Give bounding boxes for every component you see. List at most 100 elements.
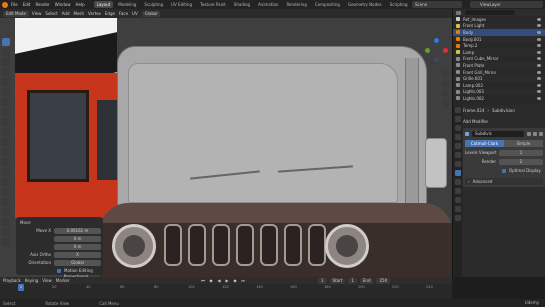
play-icon[interactable]: ▶ bbox=[224, 278, 230, 283]
properties-editor[interactable]: Frame.024 › Subdivision Add Modifier Sub… bbox=[452, 105, 545, 277]
render-levels-field[interactable]: 2 bbox=[499, 158, 543, 165]
viewport-menu-vertex[interactable]: Vertex bbox=[88, 11, 101, 16]
visibility-eye-icon[interactable] bbox=[537, 90, 541, 94]
advanced-subpanel[interactable]: › Advanced bbox=[465, 178, 543, 185]
viewport-menu-add[interactable]: Add bbox=[62, 11, 70, 16]
viewport-menu-edge[interactable]: Edge bbox=[105, 11, 115, 16]
next-keyframe-icon[interactable]: ◆ bbox=[232, 278, 238, 283]
tab-shading[interactable]: Shading bbox=[231, 1, 253, 8]
visibility-eye-icon[interactable] bbox=[537, 30, 541, 34]
visibility-eye-icon[interactable] bbox=[537, 63, 541, 67]
visibility-eye-icon[interactable] bbox=[537, 96, 541, 100]
navigation-gizmo[interactable] bbox=[424, 38, 448, 62]
viewport-menu-face[interactable]: Face bbox=[119, 11, 128, 16]
viewport-toggle-icon[interactable] bbox=[533, 131, 537, 136]
outliner-item[interactable]: Grille.001 bbox=[453, 75, 545, 82]
playhead[interactable]: 1 bbox=[18, 284, 24, 291]
timeline-ruler[interactable]: 020406080100120140160180200220240 bbox=[0, 285, 452, 291]
outliner-filter-icon[interactable] bbox=[456, 10, 461, 15]
timeline-menu-playback[interactable]: Playback bbox=[3, 278, 21, 283]
visibility-eye-icon[interactable] bbox=[537, 57, 541, 61]
outliner-item[interactable]: Body bbox=[453, 29, 545, 36]
visibility-eye-icon[interactable] bbox=[537, 50, 541, 54]
current-frame-field[interactable]: 1 bbox=[318, 277, 327, 284]
shear-tool-icon[interactable] bbox=[2, 228, 10, 236]
tab-layout[interactable]: Layout bbox=[93, 1, 114, 8]
move-tool-icon[interactable] bbox=[2, 58, 10, 66]
optimal-display-checkbox[interactable] bbox=[502, 168, 506, 173]
visibility-eye-icon[interactable] bbox=[537, 44, 541, 48]
timeline-menu-marker[interactable]: Marker bbox=[56, 278, 70, 283]
outliner-item[interactable]: Ref_Images bbox=[453, 16, 545, 23]
select-box-tool-icon[interactable] bbox=[2, 38, 10, 46]
pan-icon[interactable] bbox=[442, 80, 449, 87]
outliner[interactable]: Ref_Images Front Light Body Body.001 Temp.2 L… bbox=[452, 9, 545, 105]
camera-view-icon[interactable] bbox=[442, 90, 449, 97]
visibility-eye-icon[interactable] bbox=[537, 77, 541, 81]
view-layer-selector[interactable]: ViewLayer bbox=[470, 1, 543, 8]
knife-tool-icon[interactable] bbox=[2, 168, 10, 176]
measure-tool-icon[interactable] bbox=[2, 108, 10, 116]
timeline-menu-view[interactable]: View bbox=[42, 278, 52, 283]
annotate-tool-icon[interactable] bbox=[2, 98, 10, 106]
output-tab-icon[interactable] bbox=[455, 125, 461, 131]
view-layer-tab-icon[interactable] bbox=[455, 134, 461, 140]
tool-tab-icon[interactable] bbox=[455, 107, 461, 113]
simple-button[interactable]: Simple bbox=[504, 140, 543, 147]
visibility-eye-icon[interactable] bbox=[537, 24, 541, 28]
viewport-menu-uv[interactable]: UV bbox=[132, 11, 138, 16]
inset-tool-icon[interactable] bbox=[2, 138, 10, 146]
render-toggle-icon[interactable] bbox=[539, 131, 543, 136]
gizmo-x-axis-icon[interactable] bbox=[443, 48, 448, 53]
mode-selector[interactable]: Edit Mode bbox=[3, 10, 29, 17]
particles-tab-icon[interactable] bbox=[455, 179, 461, 185]
menu-file[interactable]: File bbox=[11, 2, 18, 7]
add-cube-tool-icon[interactable] bbox=[2, 118, 10, 126]
bevel-tool-icon[interactable] bbox=[2, 148, 10, 156]
prev-keyframe-icon[interactable]: ◆ bbox=[208, 278, 214, 283]
outliner-item[interactable]: Front Cube_Mirror bbox=[453, 56, 545, 63]
tab-modeling[interactable]: Modeling bbox=[115, 1, 139, 8]
timeline[interactable]: Playback Keying View Marker ⏮ ◆ ◀ ▶ ◆ ⏭ 1 S… bbox=[0, 277, 452, 299]
add-modifier-button[interactable]: Add Modifier bbox=[463, 118, 545, 125]
outliner-item[interactable]: Body.001 bbox=[453, 35, 545, 43]
perspective-toggle-icon[interactable] bbox=[442, 100, 449, 107]
visibility-eye-icon[interactable] bbox=[537, 70, 541, 74]
tab-geometry-nodes[interactable]: Geometry Nodes bbox=[345, 1, 385, 8]
tab-sculpting[interactable]: Sculpting bbox=[141, 1, 166, 8]
rip-region-tool-icon[interactable] bbox=[2, 238, 10, 246]
constraints-tab-icon[interactable] bbox=[455, 197, 461, 203]
outliner-item[interactable]: Front Plate bbox=[453, 62, 545, 69]
outliner-item[interactable]: Temp.2 bbox=[453, 42, 545, 49]
menu-help[interactable]: Help bbox=[75, 2, 84, 7]
menu-window[interactable]: Window bbox=[55, 2, 71, 7]
tab-scripting[interactable]: Scripting bbox=[387, 1, 411, 8]
cursor-tool-icon[interactable] bbox=[2, 48, 10, 56]
menu-edit[interactable]: Edit bbox=[23, 2, 31, 7]
outliner-item[interactable]: Lights.002 bbox=[453, 95, 545, 102]
viewport-menu-view[interactable]: View bbox=[32, 11, 42, 16]
outliner-item[interactable]: Front Grill_Mirror bbox=[453, 69, 545, 76]
menu-render[interactable]: Render bbox=[35, 2, 49, 7]
object-tab-icon[interactable] bbox=[455, 161, 461, 167]
axis-ortho-field[interactable]: X bbox=[54, 251, 101, 258]
outliner-item[interactable]: Lamp.002 bbox=[453, 82, 545, 89]
move-x-field[interactable]: 0.00161 m bbox=[54, 227, 101, 234]
scene-selector[interactable]: Scene bbox=[412, 1, 462, 8]
render-tab-icon[interactable] bbox=[455, 116, 461, 122]
timeline-menu-keying[interactable]: Keying bbox=[25, 278, 38, 283]
motion-editing-checkbox[interactable] bbox=[57, 268, 61, 273]
outliner-item[interactable]: Front Light bbox=[453, 22, 545, 30]
jump-start-icon[interactable]: ⏮ bbox=[200, 278, 206, 283]
gizmo-neg-z-icon[interactable] bbox=[434, 57, 439, 62]
tab-rendering[interactable]: Rendering bbox=[283, 1, 309, 8]
tab-animation[interactable]: Animation bbox=[255, 1, 281, 8]
blender-logo-icon[interactable] bbox=[2, 1, 8, 8]
physics-tab-icon[interactable] bbox=[455, 188, 461, 194]
shrink-fatten-tool-icon[interactable] bbox=[2, 218, 10, 226]
smooth-tool-icon[interactable] bbox=[2, 198, 10, 206]
tab-compositing[interactable]: Compositing bbox=[312, 1, 343, 8]
side-mirror-mesh[interactable] bbox=[425, 138, 447, 188]
edit-mode-toggle-icon[interactable] bbox=[527, 131, 531, 136]
loop-cut-tool-icon[interactable] bbox=[2, 158, 10, 166]
